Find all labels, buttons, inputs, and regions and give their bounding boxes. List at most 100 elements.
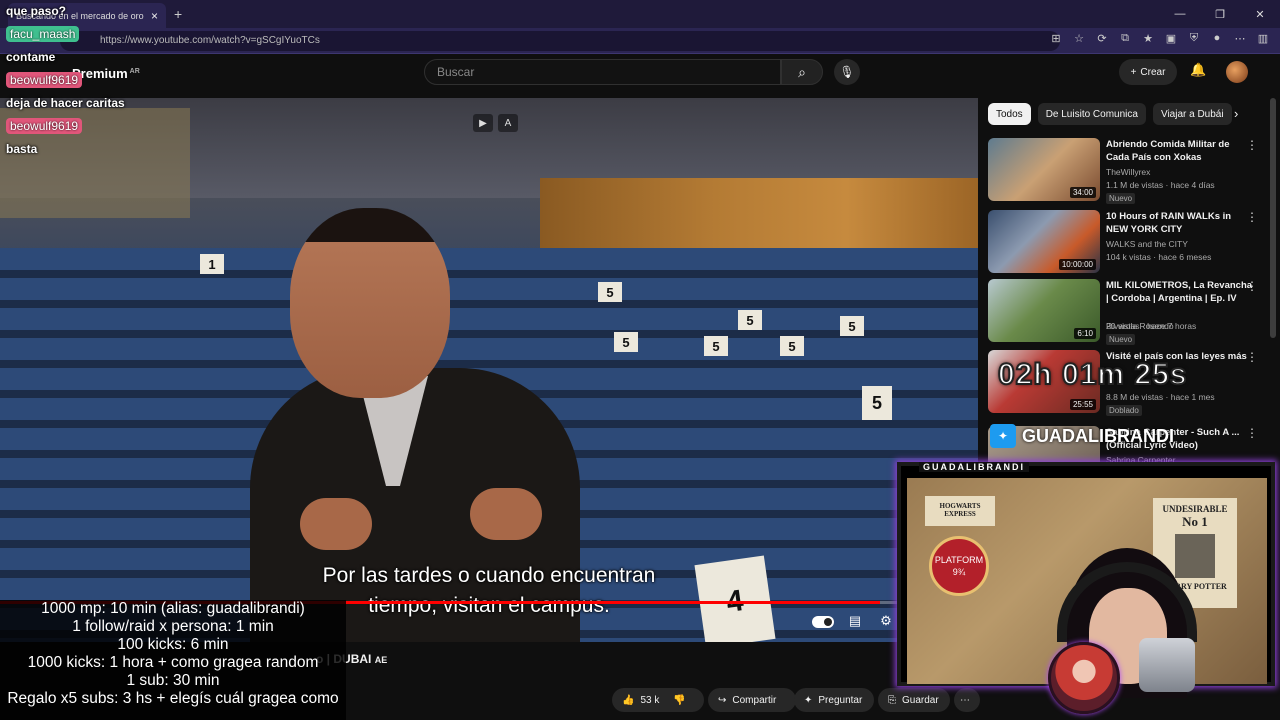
- clip-icon: ▶: [479, 117, 487, 129]
- bookmark-icon: ⎘: [888, 694, 896, 706]
- profile-icon[interactable]: ●: [1210, 32, 1224, 45]
- seat-number: 5: [704, 336, 728, 356]
- duration-badge: 25:55: [1069, 399, 1096, 410]
- plus-icon: +: [1130, 66, 1137, 78]
- share-label: Compartir: [732, 694, 777, 706]
- poster-sub: No 1: [1182, 514, 1208, 529]
- more-vertical-icon[interactable]: ⋮: [1246, 279, 1258, 293]
- video-thumbnail[interactable]: 34:00: [988, 138, 1100, 201]
- create-button[interactable]: + Crear: [1119, 59, 1177, 85]
- platform-sign: PLATFORM 9¾: [929, 536, 989, 596]
- filter-chips: Todos De Luisito Comunica Viajar a Dubái: [988, 103, 1232, 125]
- account-avatar[interactable]: [1226, 61, 1248, 83]
- recommendation-channel[interactable]: TheWillyrex: [1106, 167, 1150, 177]
- person-hand: [300, 498, 372, 550]
- new-tab-icon[interactable]: +: [174, 6, 182, 22]
- seat-number: 5: [780, 336, 804, 356]
- stream-chat-overlay: que paso? facu_maash contame beowulf9619 dej…: [6, 0, 166, 160]
- browser-tab-bar: Buscando en el mercado de oro × + — ❐ ✕: [0, 0, 1280, 28]
- url-field[interactable]: https://www.youtube.com/watch?v=gSCgIYuo…: [60, 31, 1060, 51]
- more-vertical-icon[interactable]: ⋮: [1246, 138, 1258, 152]
- streamer-avatar: [1048, 642, 1120, 714]
- chat-user-row: beowulf9619: [6, 68, 166, 92]
- chat-username: beowulf9619: [6, 118, 83, 134]
- share-button[interactable]: ↪ Compartir: [708, 688, 796, 712]
- settings-button[interactable]: ⚙: [877, 613, 895, 629]
- chat-message-row: deja de hacer caritas: [6, 92, 166, 114]
- chat-message-row: contame: [6, 46, 166, 68]
- video-overlay-button[interactable]: ▶: [473, 114, 493, 132]
- duration-badge: 6:10: [1074, 328, 1096, 339]
- more-vertical-icon[interactable]: ⋮: [1246, 426, 1258, 440]
- collections-icon[interactable]: ▣: [1164, 32, 1178, 45]
- twitter-handle-overlay: ✦ GUADALIBRANDI: [990, 424, 1174, 448]
- youtube-header: Premium AR Buscar ⌕ 🎙 + Crear 🔔: [0, 54, 1280, 94]
- chevron-right-icon[interactable]: ›: [1234, 106, 1238, 121]
- favorites-icon[interactable]: ★: [1141, 32, 1155, 45]
- search-input[interactable]: Buscar: [424, 59, 781, 85]
- video-overlay-button[interactable]: A: [498, 114, 518, 132]
- microphone: [1139, 638, 1195, 692]
- ask-button[interactable]: ✦ Preguntar: [794, 688, 874, 712]
- shield-icon[interactable]: ⛨: [1187, 32, 1201, 45]
- search-button[interactable]: ⌕: [781, 59, 823, 85]
- stream-timer: 02h 01m 25s: [997, 357, 1188, 392]
- chat-message-row: basta: [6, 138, 166, 160]
- chip-channel[interactable]: De Luisito Comunica: [1037, 103, 1146, 125]
- recommendation-item[interactable]: 10:00:00 10 Hours of RAIN WALKs in NEW Y…: [988, 210, 1276, 276]
- seat-number: 1: [200, 254, 224, 274]
- video-thumbnail[interactable]: 10:00:00: [988, 210, 1100, 273]
- recommendation-title[interactable]: 10 Hours of RAIN WALKs in NEW YORK CITY: [1106, 210, 1254, 236]
- browser-toolbar-icons: ⊞ ☆ ⟳ ⧉ ★ ▣ ⛨ ● ⋯ ▥: [1049, 32, 1270, 45]
- recommendation-title[interactable]: MIL KILOMETROS, La Revancha | Cordoba | …: [1106, 279, 1254, 305]
- minimize-icon[interactable]: —: [1160, 0, 1200, 28]
- more-vertical-icon[interactable]: ⋮: [1246, 350, 1258, 364]
- chat-username: beowulf9619: [6, 72, 83, 88]
- chip-todos[interactable]: Todos: [988, 103, 1031, 125]
- bookmark-star-icon[interactable]: ☆: [1072, 32, 1086, 45]
- more-vertical-icon[interactable]: ⋮: [1246, 210, 1258, 224]
- save-label: Guardar: [902, 694, 939, 706]
- hogwarts-sign: HOGWARTS EXPRESS: [925, 496, 995, 526]
- thumbs-up-icon[interactable]: 👍: [622, 695, 634, 706]
- person-hand: [470, 488, 542, 540]
- stream-rules-panel: 1000 mp: 10 min (alias: guadalibrandi) 1…: [0, 600, 346, 720]
- apps-icon[interactable]: ⊞: [1049, 32, 1063, 45]
- notifications-bell-icon[interactable]: 🔔: [1190, 62, 1206, 78]
- like-count[interactable]: 53 k: [640, 695, 659, 706]
- chat-username: facu_maash: [6, 26, 80, 42]
- voice-search-button[interactable]: 🎙: [834, 59, 860, 85]
- video-thumbnail[interactable]: 6:10: [988, 279, 1100, 342]
- extensions-icon[interactable]: ⧉: [1118, 32, 1132, 45]
- recommendation-meta: 8.8 M de vistas · hace 1 mes: [1106, 392, 1215, 402]
- dubbed-badge: Doblado: [1106, 405, 1142, 416]
- poster-title: UNDESIRABLE: [1162, 504, 1228, 514]
- chip-topic[interactable]: Viajar a Dubái: [1152, 103, 1232, 125]
- rule-line: 1 follow/raid x persona: 1 min: [72, 618, 274, 635]
- close-window-icon[interactable]: ✕: [1240, 0, 1280, 28]
- recommendation-item[interactable]: 34:00 Abriendo Comida Militar de Cada Pa…: [988, 138, 1276, 204]
- subtitles-button[interactable]: ▤: [846, 613, 864, 629]
- recommendation-title[interactable]: Abriendo Comida Militar de Cada País con…: [1106, 138, 1254, 164]
- chat-message: basta: [6, 142, 38, 156]
- autoplay-toggle[interactable]: [812, 616, 834, 628]
- recommendation-channel[interactable]: WALKS and the CITY: [1106, 239, 1188, 249]
- menu-icon[interactable]: ⋯: [1233, 32, 1247, 45]
- seat-number: 5: [738, 310, 762, 330]
- sparkle-icon: ✦: [804, 694, 813, 706]
- more-actions-button[interactable]: ⋯: [954, 688, 980, 712]
- seat-number: 5: [598, 282, 622, 302]
- rule-line: 1000 mp: 10 min (alias: guadalibrandi): [41, 600, 305, 617]
- maximize-icon[interactable]: ❐: [1200, 0, 1240, 28]
- like-dislike-group: 👍 53 k 👎: [612, 688, 704, 712]
- thumbs-down-icon[interactable]: 👎: [673, 695, 685, 706]
- sidebar-scrollbar[interactable]: [1270, 98, 1276, 338]
- sidebar-icon[interactable]: ▥: [1256, 32, 1270, 45]
- recommendation-item[interactable]: 6:10 MIL KILOMETROS, La Revancha | Cordo…: [988, 279, 1276, 345]
- duration-badge: 10:00:00: [1058, 259, 1096, 270]
- video-player[interactable]: 1 5 5 5 5 5 5 5 4 ▶ A Por las tardes o c…: [0, 98, 978, 642]
- refresh-icon[interactable]: ⟳: [1095, 32, 1109, 45]
- save-button[interactable]: ⎘ Guardar: [878, 688, 950, 712]
- webcam-label: GUADALIBRANDI: [919, 462, 1029, 472]
- address-bar: https://www.youtube.com/watch?v=gSCgIYuo…: [0, 28, 1280, 54]
